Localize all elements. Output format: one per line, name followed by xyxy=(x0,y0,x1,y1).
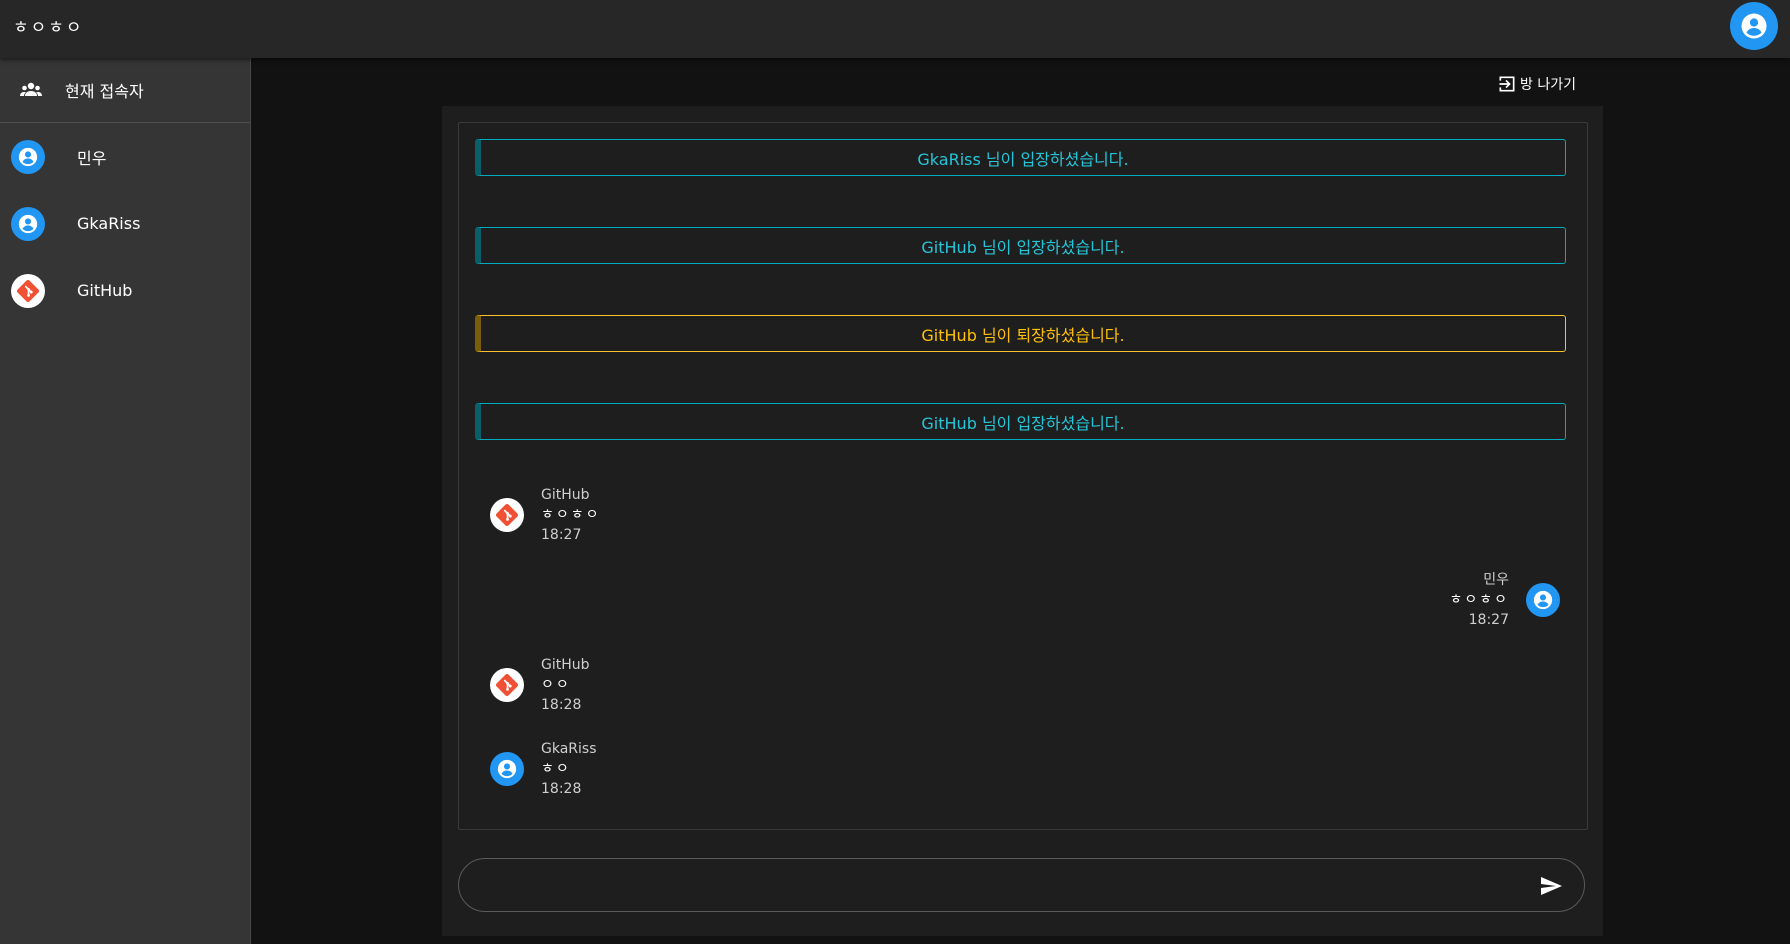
message-sender: GitHub xyxy=(541,657,590,673)
message-text: ㅎㅇㅎㅇ xyxy=(1449,592,1509,608)
leave-notice: GitHub 님이 퇴장하셨습니다. xyxy=(475,315,1566,352)
chat-panel: GkaRiss 님이 입장하셨습니다. GitHub 님이 입장하셨습니다. G… xyxy=(442,106,1603,936)
message-input-bar xyxy=(458,858,1585,912)
chat-message: GitHub ㅎㅇㅎㅇ 18:27 xyxy=(490,485,601,545)
leave-room-button[interactable]: 방 나가기 xyxy=(1497,74,1576,94)
user-circle-icon xyxy=(1533,590,1553,610)
sidebar-user-name: GkaRiss xyxy=(77,214,141,233)
sidebar-user-name: GitHub xyxy=(77,281,133,300)
sidebar-header-label: 현재 접속자 xyxy=(65,82,144,101)
avatar xyxy=(490,498,524,532)
message-text: ㅎㅇㅎㅇ xyxy=(541,507,601,523)
git-icon xyxy=(495,503,519,527)
message-input[interactable] xyxy=(479,869,1523,903)
avatar xyxy=(490,668,524,702)
send-icon xyxy=(1541,877,1562,895)
sidebar-user-github[interactable]: GitHub xyxy=(0,257,250,324)
leave-room-label: 방 나가기 xyxy=(1520,77,1576,93)
user-circle-icon xyxy=(497,759,517,779)
join-notice: GitHub 님이 입장하셨습니다. xyxy=(475,403,1566,440)
message-sender: GkaRiss xyxy=(541,741,597,757)
sidebar-header: 현재 접속자 xyxy=(0,58,250,123)
message-time: 18:27 xyxy=(541,527,582,543)
chat-message: GkaRiss ㅎㅇ 18:28 xyxy=(490,739,597,799)
message-sender: 민우 xyxy=(1483,572,1509,588)
message-meta: 민우 ㅎㅇㅎㅇ 18:27 xyxy=(1449,570,1509,630)
message-text: ㅇㅇ xyxy=(541,677,571,693)
exit-to-app-icon xyxy=(1499,76,1515,92)
user-circle-icon xyxy=(18,147,38,166)
message-meta: GitHub ㅎㅇㅎㅇ 18:27 xyxy=(541,485,601,545)
join-notice: GitHub 님이 입장하셨습니다. xyxy=(475,227,1566,264)
group-icon xyxy=(20,82,42,96)
message-time: 18:28 xyxy=(541,781,582,797)
message-time: 18:27 xyxy=(1468,612,1509,628)
git-icon xyxy=(495,673,519,697)
app-title: ㅎㅇㅎㅇ xyxy=(13,18,84,38)
avatar xyxy=(490,752,524,786)
account-avatar-button[interactable] xyxy=(1730,2,1778,50)
message-meta: GkaRiss ㅎㅇ 18:28 xyxy=(541,739,597,799)
user-circle-icon xyxy=(1741,13,1767,39)
sidebar-user-minwoo[interactable]: 민우 xyxy=(0,123,250,190)
avatar xyxy=(11,206,45,241)
avatar xyxy=(11,273,45,308)
chat-main: 방 나가기 GkaRiss 님이 입장하셨습니다. GitHub 님이 입장하셨… xyxy=(251,58,1790,944)
message-time: 18:28 xyxy=(541,697,582,713)
sidebar-user-name: 민우 xyxy=(77,148,107,168)
app-bar: ㅎㅇㅎㅇ xyxy=(0,0,1790,58)
sidebar-user-gkariss[interactable]: GkaRiss xyxy=(0,190,250,257)
message-meta: GitHub ㅇㅇ 18:28 xyxy=(541,655,590,715)
git-icon xyxy=(16,279,40,302)
join-notice: GkaRiss 님이 입장하셨습니다. xyxy=(475,139,1566,176)
avatar xyxy=(11,139,45,174)
chat-message: GitHub ㅇㅇ 18:28 xyxy=(490,655,590,715)
message-text: ㅎㅇ xyxy=(541,761,571,777)
chat-message-own: 민우 ㅎㅇㅎㅇ 18:27 xyxy=(1449,570,1560,630)
user-circle-icon xyxy=(18,214,38,233)
message-sender: GitHub xyxy=(541,487,590,503)
send-button[interactable] xyxy=(1538,873,1564,899)
online-users-sidebar: 현재 접속자 민우 GkaRiss GitHub xyxy=(0,58,251,944)
avatar xyxy=(1526,583,1560,617)
message-list[interactable]: GkaRiss 님이 입장하셨습니다. GitHub 님이 입장하셨습니다. G… xyxy=(458,122,1588,830)
